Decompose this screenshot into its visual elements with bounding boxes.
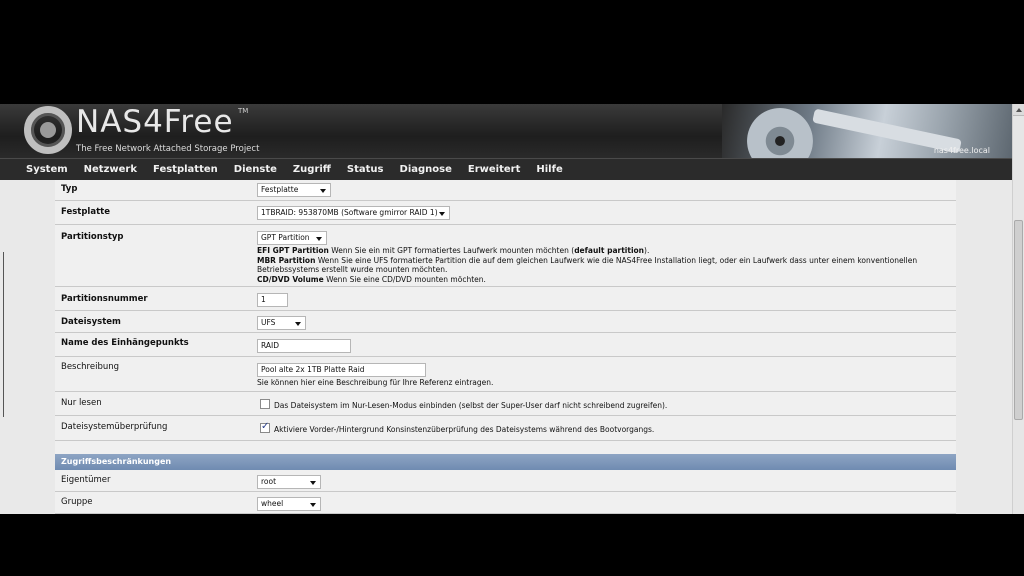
logo-trademark: TM [238,107,249,115]
nav-diagnose[interactable]: Diagnose [400,164,452,175]
row-mountname: Name des Einhängepunkts RAID [55,333,956,357]
label-group: Gruppe [61,497,93,507]
chevron-down-icon [316,237,322,241]
browser-viewport: NAS4Free TM The Free Network Attached St… [0,104,1024,514]
dateisystem-select-value: UFS [261,318,276,327]
chevron-down-icon [320,189,326,193]
nav-status[interactable]: Status [347,164,384,175]
row-festplatte: Festplatte 1TBRAID: 953870MB (Software g… [55,201,956,225]
nurlesen-checkbox[interactable] [260,399,270,409]
scroll-up-icon[interactable] [1013,104,1024,116]
festplatte-select[interactable]: 1TBRAID: 953870MB (Software gmirror RAID… [257,206,450,220]
partitionsnummer-input[interactable]: 1 [257,293,288,307]
nav-zugriff[interactable]: Zugriff [293,164,331,175]
nav-netzwerk[interactable]: Netzwerk [84,164,137,175]
chevron-down-icon [310,481,316,485]
scrollbar-thumb[interactable] [1014,220,1023,420]
dateisystem-select[interactable]: UFS [257,316,306,330]
label-nurlesen: Nur lesen [61,398,102,408]
nas4free-logo-icon [24,106,72,154]
typ-select-value: Festplatte [261,185,299,194]
festplatte-select-value: 1TBRAID: 953870MB (Software gmirror RAID… [261,208,438,217]
row-owner: Eigentümer root [55,470,956,492]
fsck-checkbox[interactable] [260,421,270,433]
row-beschreibung: Beschreibung Pool alte 2x 1TB Platte Rai… [55,357,956,392]
label-dateisystem: Dateisystem [61,317,121,327]
row-nurlesen: Nur lesen Das Dateisystem im Nur-Lesen-M… [55,392,956,416]
desc-efi: EFI GPT Partition Wenn Sie ein mit GPT f… [257,246,650,255]
label-partitionstyp: Partitionstyp [61,232,124,242]
section-header-zugriff: Zugriffsbeschränkungen [55,454,956,470]
partitionstyp-description: EFI GPT Partition Wenn Sie ein mit GPT f… [257,246,952,284]
chevron-down-icon [310,503,316,507]
nav-dienste[interactable]: Dienste [234,164,277,175]
disk-platter-icon [747,108,813,158]
row-partitionstyp: Partitionstyp GPT Partition EFI GPT Part… [55,225,956,287]
chevron-down-icon [295,322,301,326]
vertical-scrollbar[interactable] [1012,104,1024,514]
group-select-value: wheel [261,499,284,508]
beschreibung-input[interactable]: Pool alte 2x 1TB Platte Raid [257,363,426,377]
nav-erweitert[interactable]: Erweitert [468,164,521,175]
typ-select[interactable]: Festplatte [257,183,331,197]
left-edge-line [3,252,4,417]
label-fsck: Dateisystemüberprüfung [61,422,168,432]
header-banner: NAS4Free TM The Free Network Attached St… [0,104,1012,158]
label-owner: Eigentümer [61,475,111,485]
group-select[interactable]: wheel [257,497,321,511]
label-partitionsnummer: Partitionsnummer [61,294,148,304]
beschreibung-hint: Sie können hier eine Beschreibung für Ih… [257,378,494,387]
logo-text: NAS4Free [76,104,234,140]
label-typ: Typ [61,184,78,194]
desc-mbr: MBR Partition Wenn Sie eine UFS formatie… [257,255,918,275]
mount-form: Typ Festplatte Festplatte 1TBRAID: 95387… [55,180,956,514]
row-group: Gruppe wheel [55,492,956,514]
owner-select-value: root [261,477,277,486]
label-beschreibung: Beschreibung [61,362,120,372]
nav-system[interactable]: System [26,164,68,175]
nav-festplatten[interactable]: Festplatten [153,164,218,175]
label-festplatte: Festplatte [61,207,110,217]
nurlesen-text: Das Dateisystem im Nur-Lesen-Modus einbi… [274,401,668,410]
hostname: nas4free.local [933,146,990,155]
partitionstyp-select[interactable]: GPT Partition [257,231,327,245]
owner-select[interactable]: root [257,475,321,489]
partitionstyp-select-value: GPT Partition [261,233,310,242]
row-fsck: Dateisystemüberprüfung Aktiviere Vorder-… [55,416,956,441]
mountname-input[interactable]: RAID [257,339,351,353]
label-mountname: Name des Einhängepunkts [61,338,189,348]
row-typ: Typ Festplatte [55,180,956,201]
desc-cddvd: CD/DVD Volume Wenn Sie eine CD/DVD mount… [257,274,486,284]
main-navigation: System Netzwerk Festplatten Dienste Zugr… [0,158,1012,180]
fsck-text: Aktiviere Vorder-/Hintergrund Konsinsten… [274,425,655,434]
row-dateisystem: Dateisystem UFS [55,311,956,333]
row-partitionsnummer: Partitionsnummer 1 [55,287,956,311]
chevron-down-icon [439,212,445,216]
nav-hilfe[interactable]: Hilfe [536,164,562,175]
logo-subtitle: The Free Network Attached Storage Projec… [76,144,260,154]
